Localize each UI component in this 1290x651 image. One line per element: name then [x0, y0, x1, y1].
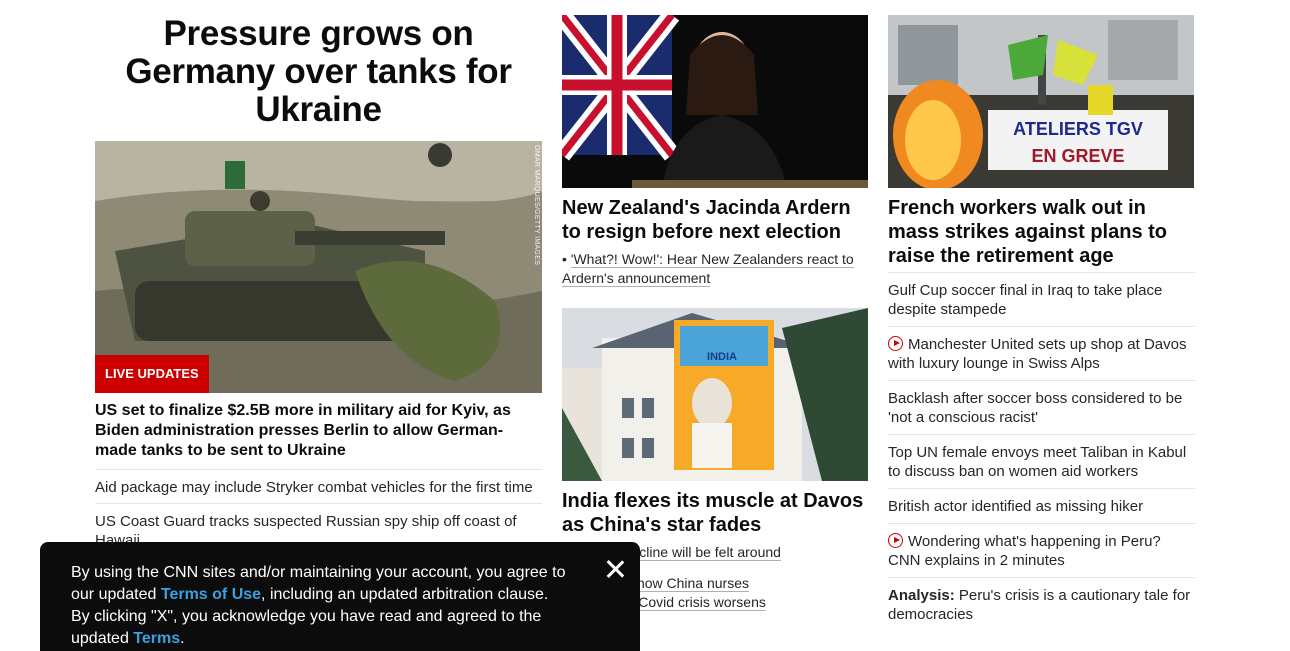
- play-video-icon: [888, 336, 903, 351]
- strike-image[interactable]: ATELIERS TGV EN GREVE: [888, 15, 1194, 188]
- davos-image[interactable]: INDIA: [562, 308, 868, 481]
- ardern-headline[interactable]: New Zealand's Jacinda Ardern to resign b…: [562, 196, 868, 244]
- right-link-un-envoys[interactable]: Top UN female envoys meet Taliban in Kab…: [888, 434, 1195, 488]
- right-link-man-united[interactable]: Manchester United sets up shop at Davos …: [888, 326, 1195, 380]
- lead-link-stryker[interactable]: Aid package may include Stryker combat v…: [95, 470, 542, 504]
- terms-text-3: .: [180, 630, 185, 647]
- right-link-list: Gulf Cup soccer final in Iraq to take pl…: [888, 272, 1195, 631]
- davos-photo: INDIA: [562, 308, 868, 481]
- photo-credit: OMAR MARQUES/GETTY IMAGES: [533, 145, 540, 266]
- lead-story-title[interactable]: Pressure grows on Germany over tanks for…: [95, 15, 542, 129]
- lead-tank-image[interactable]: OMAR MARQUES/GETTY IMAGES LIVE UPDATES: [95, 141, 542, 393]
- lead-column: Pressure grows on Germany over tanks for…: [95, 0, 542, 556]
- right-column: ATELIERS TGV EN GREVE French workers wal…: [888, 0, 1195, 631]
- analysis-label: Analysis:: [888, 587, 955, 604]
- ardern-photo: [562, 15, 868, 188]
- right-link-gulf-cup[interactable]: Gulf Cup soccer final in Iraq to take pl…: [888, 272, 1195, 326]
- right-link-peru-analysis[interactable]: Analysis: Peru's crisis is a cautionary …: [888, 577, 1195, 631]
- right-link-soccer-boss[interactable]: Backlash after soccer boss considered to…: [888, 380, 1195, 434]
- davos-headline[interactable]: India flexes its muscle at Davos as Chin…: [562, 489, 868, 537]
- billboard-text: INDIA: [707, 351, 737, 363]
- ardern-image[interactable]: [562, 15, 868, 188]
- terms-banner: By using the CNN sites and/or maintainin…: [40, 542, 640, 651]
- live-updates-badge[interactable]: LIVE UPDATES: [95, 355, 209, 393]
- strike-banner-line1: ATELIERS TGV: [1013, 119, 1143, 139]
- middle-column: New Zealand's Jacinda Ardern to resign b…: [562, 0, 868, 612]
- strike-headline[interactable]: French workers walk out in mass strikes …: [888, 196, 1195, 268]
- right-link-man-united-text: Manchester United sets up shop at Davos …: [888, 336, 1187, 372]
- lead-headline-link[interactable]: US set to finalize $2.5B more in militar…: [95, 401, 542, 470]
- terms-link[interactable]: Terms: [133, 630, 180, 647]
- right-link-british-actor[interactable]: British actor identified as missing hike…: [888, 488, 1195, 523]
- ardern-sub-link-text: 'What?! Wow!': Hear New Zealanders react…: [562, 251, 854, 287]
- right-link-peru-video[interactable]: Wondering what's happening in Peru? CNN …: [888, 523, 1195, 577]
- play-video-icon: [888, 533, 903, 548]
- strike-banner-line2: EN GREVE: [1031, 146, 1124, 166]
- ardern-sub-link[interactable]: • 'What?! Wow!': Hear New Zealanders rea…: [562, 250, 868, 288]
- terms-of-use-link[interactable]: Terms of Use: [161, 586, 261, 603]
- close-icon[interactable]: [604, 558, 626, 580]
- right-link-peru-video-text: Wondering what's happening in Peru? CNN …: [888, 533, 1161, 569]
- strike-photo: ATELIERS TGV EN GREVE: [888, 15, 1194, 188]
